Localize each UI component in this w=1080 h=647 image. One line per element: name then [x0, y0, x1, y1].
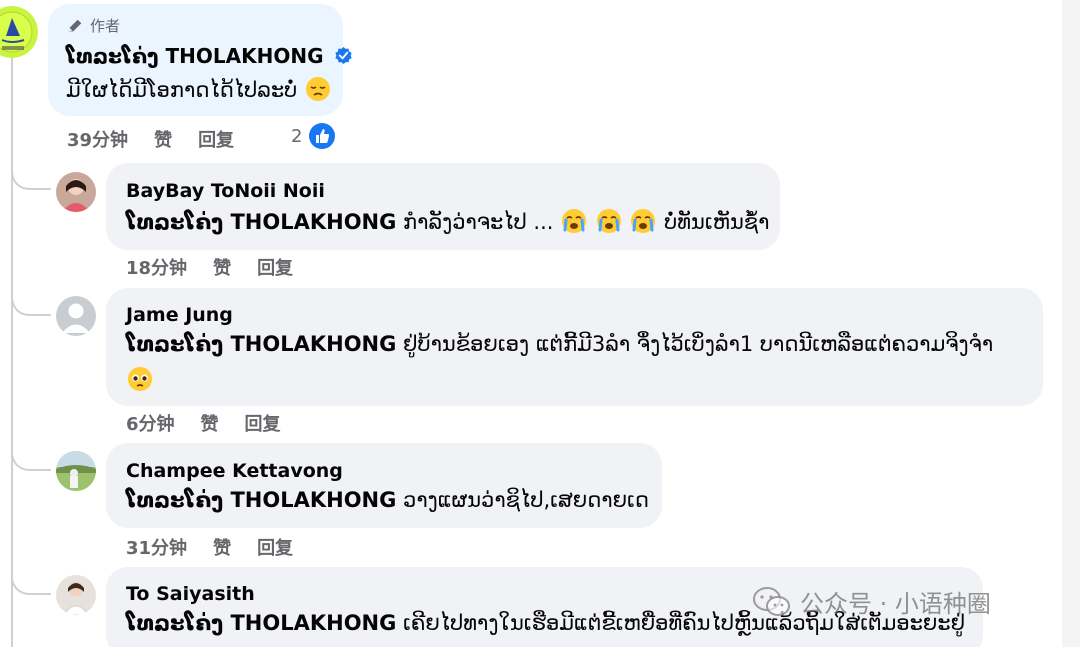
- mention-link[interactable]: ໂທລະໂຄ່ງ THOLAKHONG: [126, 210, 396, 234]
- comment-bubble: [106, 443, 662, 528]
- comment-body: ວາງແຜນວ່າຊິໄປ,ເສຍດາຍເດ: [403, 488, 649, 512]
- thread-connector: [11, 170, 51, 190]
- crying-face-icon: [631, 209, 656, 233]
- like-button[interactable]: 赞: [201, 410, 219, 436]
- comment-text: ໂທລະໂຄ່ງ THOLAKHONG ຢູ່ບ້ານຂ້ອຍເອງ ແຕ່ກີ…: [126, 332, 993, 356]
- comment-text: ໂທລະໂຄ່ງ THOLAKHONG ກຳລັງວ່າຈະໄປ ... ບໍ່…: [126, 208, 769, 234]
- commenter-name-text[interactable]: ໂທລະໂຄ່ງ THOLAKHONG: [66, 44, 323, 68]
- avatar[interactable]: [56, 296, 96, 336]
- watermark-text: 公众号 · 小语种圈: [800, 590, 991, 618]
- verified-badge-icon: [335, 46, 353, 65]
- comment-time[interactable]: 39分钟: [67, 126, 128, 152]
- comment-body: ກຳລັງວ່າຈະໄປ ...: [403, 210, 554, 234]
- author-badge-label: 作者: [90, 17, 121, 35]
- comment-actions: 31分钟 赞 回复: [126, 534, 293, 560]
- commenter-name[interactable]: To Saiyasith: [126, 583, 255, 605]
- avatar[interactable]: [56, 172, 96, 212]
- commenter-name[interactable]: Champee Kettavong: [126, 460, 343, 482]
- user-photo-icon: [56, 451, 96, 491]
- thread-connector: [11, 296, 51, 316]
- comment-text-line2: [126, 366, 154, 392]
- crying-face-icon: [562, 209, 587, 233]
- user-photo-icon: [56, 172, 96, 212]
- comment-time[interactable]: 18分钟: [126, 254, 187, 280]
- disappointed-face-icon: [305, 77, 330, 101]
- reply-button[interactable]: 回复: [245, 410, 281, 436]
- watermark: 公众号 · 小语种圈: [752, 584, 991, 619]
- thread-line: [11, 58, 13, 647]
- avatar[interactable]: [56, 451, 96, 491]
- avatar[interactable]: [0, 6, 38, 58]
- like-button[interactable]: 赞: [213, 534, 231, 560]
- default-avatar-icon: [56, 296, 96, 336]
- comment-text: ໂທລະໂຄ່ງ THOLAKHONG ວາງແຜນວ່າຊິໄປ,ເສຍດາຍ…: [126, 488, 649, 512]
- comment-actions: 39分钟 赞 回复: [67, 126, 234, 152]
- comment-text: ມີໃຜໄດ້ມີໂອກາດໄດ້ໄປລະບໍ່: [66, 76, 332, 102]
- reply-button[interactable]: 回复: [257, 534, 293, 560]
- comment-thread: 作者 ໂທລະໂຄ່ງ THOLAKHONG ມີໃຜໄດ້ມີໂອກາດໄດ້…: [0, 0, 1080, 647]
- comment-body-end: ບໍ່ທັນເຫັນຊ້ຳ: [664, 210, 770, 234]
- pencil-icon: [68, 19, 82, 31]
- mention-link[interactable]: ໂທລະໂຄ່ງ THOLAKHONG: [126, 611, 396, 635]
- mention-link[interactable]: ໂທລະໂຄ່ງ THOLAKHONG: [126, 488, 396, 512]
- crying-face-icon: [596, 209, 621, 233]
- wechat-icon: [753, 586, 790, 616]
- commenter-name[interactable]: BayBay ToNoii Noii: [126, 180, 325, 202]
- avatar[interactable]: [56, 575, 96, 615]
- comment-actions: 18分钟 赞 回复: [126, 254, 293, 280]
- comment-bubble: [106, 163, 780, 250]
- reaction-count[interactable]: 2: [291, 122, 336, 150]
- like-count: 2: [291, 125, 303, 147]
- reply-button[interactable]: 回复: [198, 126, 234, 152]
- reply-button[interactable]: 回复: [257, 254, 293, 280]
- comment-body: ຢູ່ບ້ານຂ້ອຍເອງ ແຕ່ກີ້ມີ3ລຳ ຈຶ່ງໄວ້ເບິ່ງລ…: [403, 332, 994, 356]
- like-button[interactable]: 赞: [154, 126, 172, 152]
- scrollbar-track[interactable]: [1062, 0, 1080, 647]
- comment-time[interactable]: 6分钟: [126, 410, 175, 436]
- commenter-name[interactable]: Jame Jung: [126, 304, 233, 326]
- comment-body: ມີໃຜໄດ້ມີໂອກາດໄດ້ໄປລະບໍ່: [66, 78, 298, 102]
- like-button[interactable]: 赞: [213, 254, 231, 280]
- pleading-face-icon: [128, 367, 152, 391]
- like-thumb-icon: [309, 123, 336, 149]
- commenter-name[interactable]: ໂທລະໂຄ່ງ THOLAKHONG: [66, 44, 353, 68]
- page-logo-icon: [0, 6, 38, 58]
- thread-connector: [11, 575, 51, 595]
- thread-connector: [11, 451, 51, 471]
- comment-actions: 6分钟 赞 回复: [126, 410, 281, 436]
- comment-time[interactable]: 31分钟: [126, 534, 187, 560]
- mention-link[interactable]: ໂທລະໂຄ່ງ THOLAKHONG: [126, 332, 396, 356]
- author-badge: 作者: [66, 15, 120, 36]
- user-photo-icon: [56, 575, 96, 615]
